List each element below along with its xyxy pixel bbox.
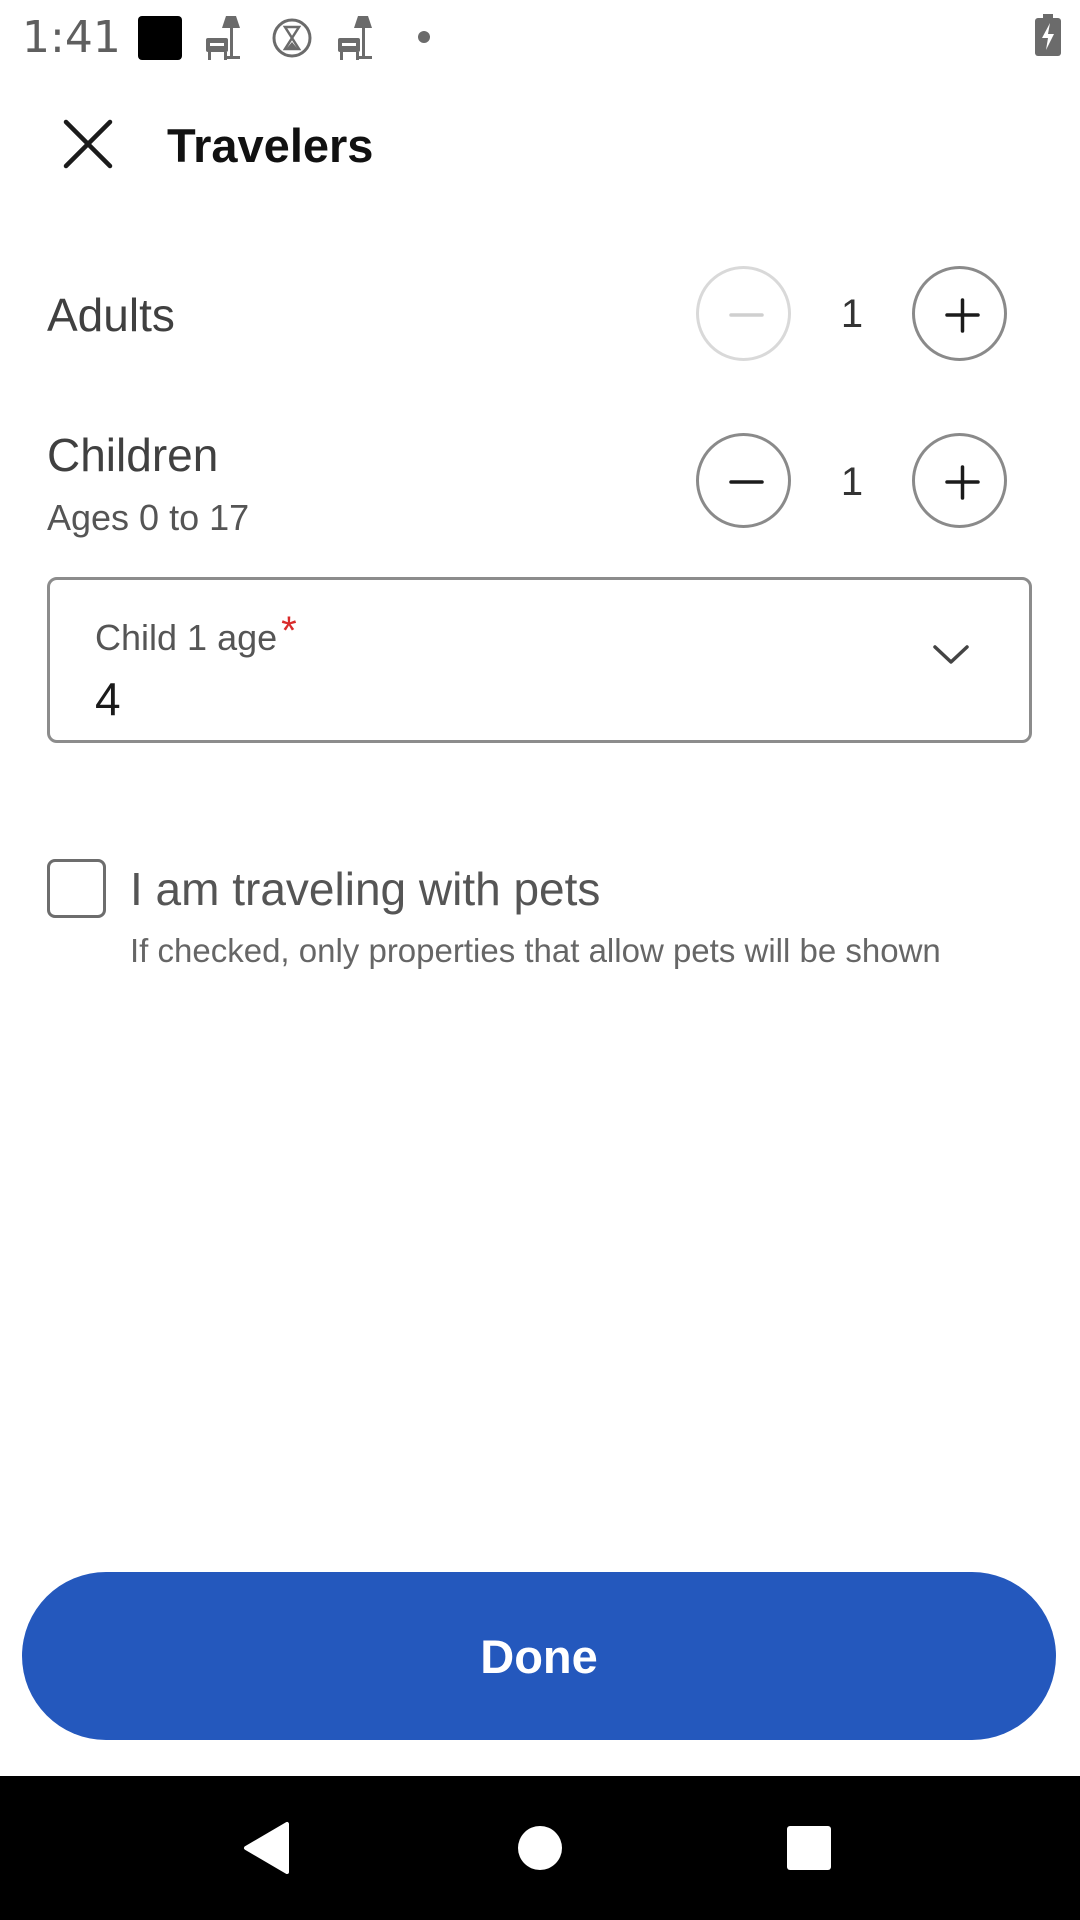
adults-label: Adults (47, 289, 175, 341)
pets-label[interactable]: I am traveling with pets (130, 862, 600, 916)
recents-button[interactable] (737, 1776, 881, 1920)
adults-increment-button[interactable] (912, 266, 1007, 361)
children-age-range: Ages 0 to 17 (47, 497, 250, 538)
recents-icon (787, 1826, 831, 1870)
child-1-age-select[interactable]: Child 1 age * 4 (47, 577, 1032, 743)
children-increment-button[interactable] (912, 433, 1007, 528)
child-1-age-value: 4 (95, 673, 121, 725)
lamp-icon (206, 16, 240, 60)
status-bar: 1:41 (0, 0, 1080, 72)
battery-charging-icon (1035, 14, 1061, 56)
dot-icon (418, 31, 430, 43)
pets-checkbox[interactable] (47, 859, 106, 918)
lamp-icon (338, 16, 372, 60)
children-count: 1 (840, 460, 864, 504)
minus-icon (729, 480, 764, 484)
close-icon (63, 119, 113, 169)
page-title: Travelers (167, 119, 374, 172)
child-1-age-label: Child 1 age * (95, 609, 297, 660)
notification-square-icon (138, 16, 182, 60)
chevron-down-icon (933, 645, 969, 664)
back-button[interactable] (194, 1776, 338, 1920)
hourglass-icon (272, 18, 312, 58)
pets-hint: If checked, only properties that allow p… (130, 932, 941, 969)
required-asterisk: * (281, 609, 297, 653)
plus-icon (945, 298, 980, 333)
done-button[interactable]: Done (22, 1572, 1056, 1740)
children-label: Children (47, 429, 219, 481)
child-1-age-label-text: Child 1 age (95, 617, 278, 658)
children-decrement-button[interactable] (696, 433, 791, 528)
close-button[interactable] (60, 116, 116, 172)
navigation-bar (0, 1776, 1080, 1920)
minus-icon (729, 313, 764, 317)
plus-icon (945, 465, 980, 500)
adults-count: 1 (840, 292, 864, 336)
adults-decrement-button[interactable] (696, 266, 791, 361)
back-icon (244, 1822, 289, 1874)
home-button[interactable] (468, 1776, 612, 1920)
status-time: 1:41 (22, 12, 121, 63)
home-icon (518, 1826, 562, 1870)
